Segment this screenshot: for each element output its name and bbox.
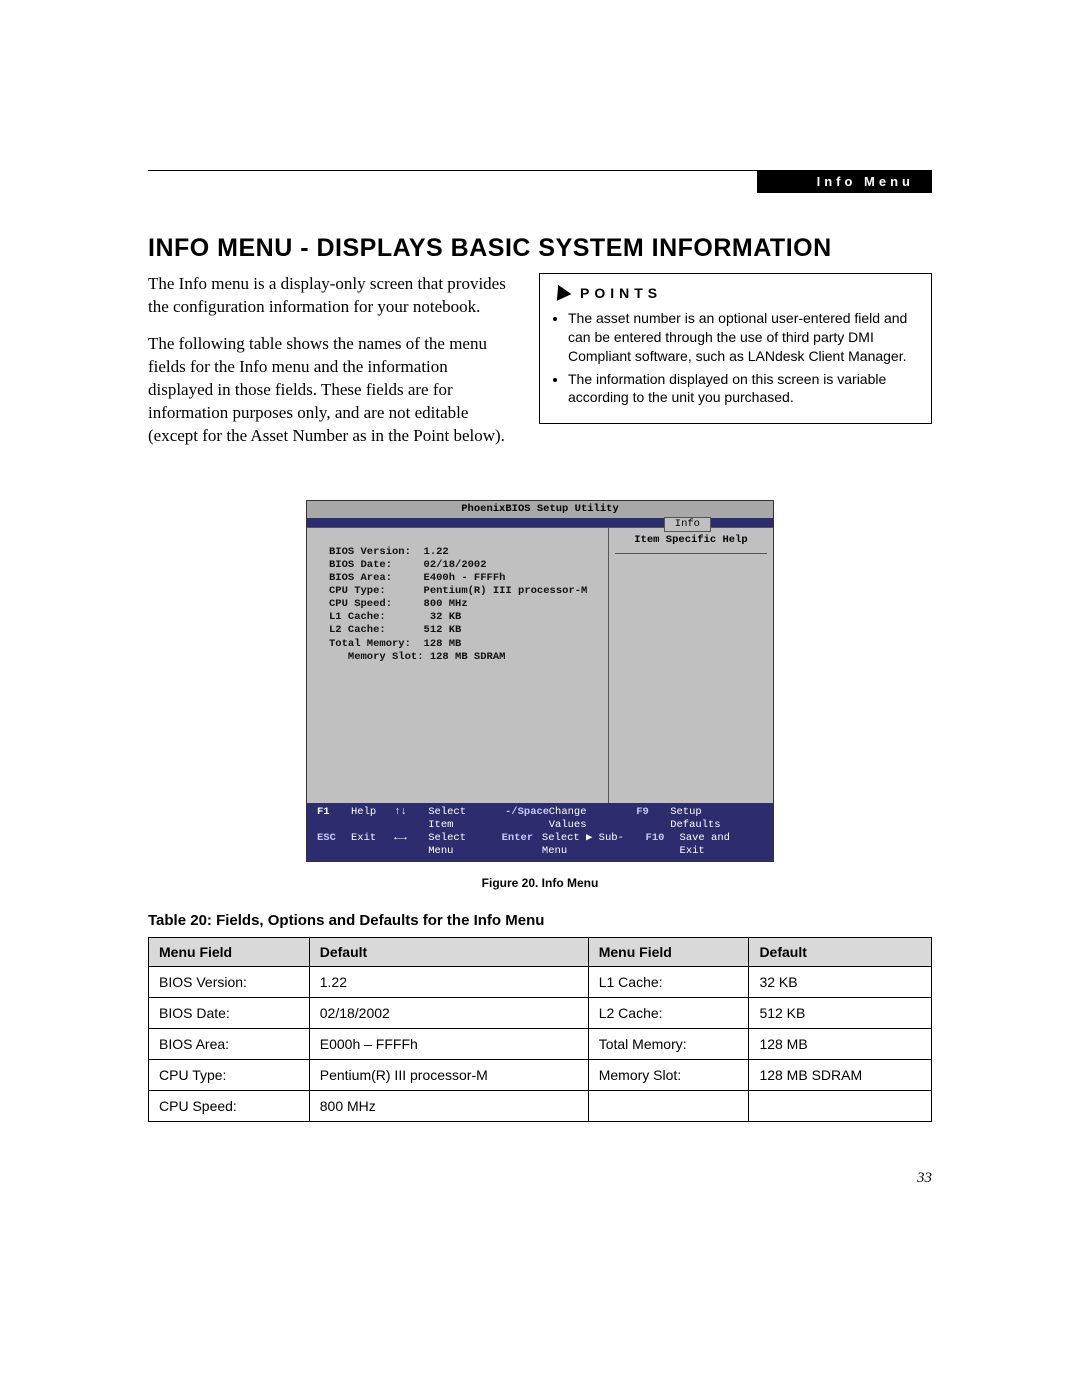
table-header-row: Menu Field Default Menu Field Default — [149, 938, 932, 967]
table-cell: 128 MB — [749, 1029, 932, 1060]
body-text: The Info menu is a display-only screen t… — [148, 273, 511, 462]
table-cell: Pentium(R) III processor-M — [309, 1060, 588, 1091]
bios-lbl-select-submenu: Select ▶ Sub-Menu — [542, 832, 628, 858]
table-cell: 32 KB — [749, 967, 932, 998]
pen-icon — [551, 282, 571, 301]
bios-screenshot: PhoenixBIOS Setup Utility Info BIOS Vers… — [306, 500, 774, 863]
table-cell: Memory Slot: — [588, 1060, 749, 1091]
table-cell — [749, 1091, 932, 1122]
table-header: Default — [309, 938, 588, 967]
table-header: Default — [749, 938, 932, 967]
section-label: Info Menu — [757, 170, 932, 193]
bios-lbl-help: Help — [351, 806, 376, 832]
bios-key-leftright: ←→ — [394, 832, 428, 858]
points-heading: POINTS — [554, 284, 917, 303]
table-cell: 800 MHz — [309, 1091, 588, 1122]
bios-key-f10: F10 — [646, 832, 680, 858]
bios-key-f9: F9 — [636, 806, 670, 832]
table-row: CPU Type: Pentium(R) III processor-M Mem… — [149, 1060, 932, 1091]
bios-lbl-select-item: Select Item — [428, 806, 487, 832]
bios-row: BIOS Area: E400h - FFFFh — [329, 572, 600, 585]
bios-row: Memory Slot: 128 MB SDRAM — [329, 651, 600, 664]
bios-key-updown: ↑↓ — [394, 806, 428, 832]
points-item: The asset number is an optional user-ent… — [568, 309, 917, 366]
table-cell: CPU Type: — [149, 1060, 310, 1091]
table-cell: 02/18/2002 — [309, 998, 588, 1029]
defaults-table: Menu Field Default Menu Field Default BI… — [148, 937, 932, 1122]
bios-help-title: Item Specific Help — [615, 534, 767, 554]
table-row: BIOS Date: 02/18/2002 L2 Cache: 512 KB — [149, 998, 932, 1029]
bios-row: BIOS Version: 1.22 — [329, 546, 600, 559]
table-cell: CPU Speed: — [149, 1091, 310, 1122]
bios-row: CPU Type: Pentium(R) III processor-M — [329, 585, 600, 598]
page-header: Info Menu — [148, 170, 932, 194]
table-cell: BIOS Version: — [149, 967, 310, 998]
table-cell: Total Memory: — [588, 1029, 749, 1060]
table-cell: E000h – FFFFh — [309, 1029, 588, 1060]
table-cell — [588, 1091, 749, 1122]
bios-key-f1: F1 — [317, 806, 351, 832]
table-title: Table 20: Fields, Options and Defaults f… — [148, 912, 932, 929]
bios-title: PhoenixBIOS Setup Utility — [307, 501, 773, 518]
points-list: The asset number is an optional user-ent… — [554, 309, 917, 407]
bios-key-enter: Enter — [502, 832, 536, 858]
bios-row: BIOS Date: 02/18/2002 — [329, 559, 600, 572]
bios-lbl-change-values: Change Values — [549, 806, 618, 832]
table-row: BIOS Area: E000h – FFFFh Total Memory: 1… — [149, 1029, 932, 1060]
table-cell: BIOS Date: — [149, 998, 310, 1029]
paragraph-2: The following table shows the names of t… — [148, 333, 511, 448]
table-row: CPU Speed: 800 MHz — [149, 1091, 932, 1122]
bios-lbl-save-exit: Save and Exit — [680, 832, 745, 858]
bios-row: Total Memory: 128 MB — [329, 638, 600, 651]
figure-caption: Figure 20. Info Menu — [148, 876, 932, 890]
table-cell: 512 KB — [749, 998, 932, 1029]
bios-main-panel: BIOS Version: 1.22 BIOS Date: 02/18/2002… — [307, 528, 609, 803]
bios-lbl-exit: Exit — [351, 832, 376, 858]
page-title: INFO MENU - DISPLAYS BASIC SYSTEM INFORM… — [148, 234, 932, 263]
table-cell: 1.22 — [309, 967, 588, 998]
table-row: BIOS Version: 1.22 L1 Cache: 32 KB — [149, 967, 932, 998]
paragraph-1: The Info menu is a display-only screen t… — [148, 273, 511, 319]
bios-key-minus: -/Space — [505, 806, 542, 832]
bios-row: CPU Speed: 800 MHz — [329, 598, 600, 611]
bios-key-esc: ESC — [317, 832, 351, 858]
table-header: Menu Field — [588, 938, 749, 967]
bios-lbl-setup-defaults: Setup Defaults — [670, 806, 745, 832]
bios-menubar: Info — [307, 518, 773, 527]
bios-help-panel: Item Specific Help — [609, 528, 773, 803]
bios-tab-info: Info — [664, 517, 711, 532]
bios-row: L2 Cache: 512 KB — [329, 624, 600, 637]
table-cell: L2 Cache: — [588, 998, 749, 1029]
bios-footer: F1 Help ↑↓ Select Item -/Space Change Va… — [307, 803, 773, 862]
bios-lbl-select-menu: Select Menu — [428, 832, 483, 858]
bios-row: L1 Cache: 32 KB — [329, 611, 600, 624]
table-cell: L1 Cache: — [588, 967, 749, 998]
table-cell: 128 MB SDRAM — [749, 1060, 932, 1091]
table-header: Menu Field — [149, 938, 310, 967]
points-item: The information displayed on this screen… — [568, 370, 917, 408]
table-cell: BIOS Area: — [149, 1029, 310, 1060]
page-number: 33 — [148, 1170, 932, 1187]
points-heading-text: POINTS — [580, 284, 662, 303]
points-callout: POINTS The asset number is an optional u… — [539, 273, 932, 424]
